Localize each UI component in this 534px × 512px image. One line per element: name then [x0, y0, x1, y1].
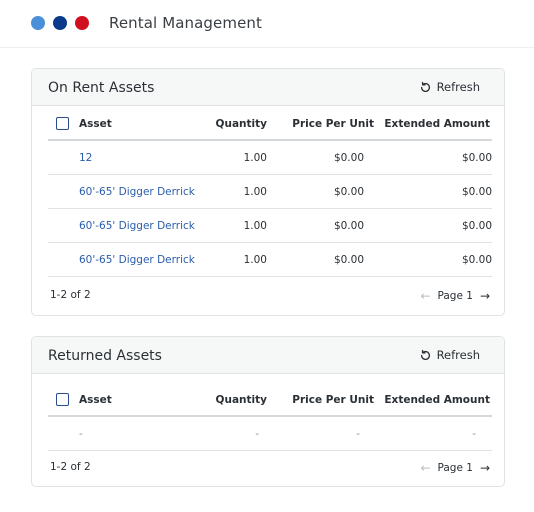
asset-link[interactable]: 12	[79, 152, 92, 164]
refresh-button[interactable]: Refresh	[419, 80, 480, 94]
table-row: - - - -	[48, 417, 492, 451]
extended-amount-cell: $0.00	[461, 186, 492, 198]
table-row[interactable]: 60'-65' Digger Derrick 1.00 $0.00 $0.00	[48, 209, 492, 243]
table-header: Asset Quantity Price Per Unit Extended A…	[48, 383, 492, 417]
quantity-cell: 1.00	[243, 220, 267, 232]
column-header-quantity[interactable]: Quantity	[216, 118, 267, 130]
quantity-cell: -	[255, 428, 259, 440]
asset-link[interactable]: 60'-65' Digger Derrick	[79, 254, 195, 266]
column-header-price-per-unit[interactable]: Price Per Unit	[292, 394, 374, 406]
page-indicator: Page 1	[437, 462, 473, 474]
arrow-left-icon[interactable]: ←	[420, 461, 430, 475]
extended-amount-cell: $0.00	[461, 152, 492, 164]
price-cell: $0.00	[333, 220, 364, 232]
page-indicator: Page 1	[437, 290, 473, 302]
select-all-checkbox[interactable]	[56, 393, 69, 406]
arrow-right-icon[interactable]: →	[480, 289, 490, 303]
window-dot-blue-dark	[53, 16, 67, 30]
window-dot-blue-light	[31, 16, 45, 30]
asset-cell: -	[79, 428, 83, 440]
refresh-label: Refresh	[436, 348, 480, 362]
refresh-label: Refresh	[436, 80, 480, 94]
price-cell: -	[356, 428, 360, 440]
quantity-cell: 1.00	[243, 152, 267, 164]
app-title: Rental Management	[109, 14, 263, 32]
price-cell: $0.00	[333, 152, 364, 164]
price-cell: $0.00	[333, 186, 364, 198]
window-dot-red	[75, 16, 89, 30]
table-header: Asset Quantity Price Per Unit Extended A…	[48, 107, 492, 141]
select-all-checkbox[interactable]	[56, 117, 69, 130]
refresh-icon	[420, 81, 430, 92]
row-range: 1-2 of 2	[50, 461, 91, 473]
table-row[interactable]: 60'-65' Digger Derrick 1.00 $0.00 $0.00	[48, 175, 492, 209]
quantity-cell: 1.00	[243, 254, 267, 266]
extended-amount-cell: $0.00	[461, 254, 492, 266]
table-row[interactable]: 60'-65' Digger Derrick 1.00 $0.00 $0.00	[48, 243, 492, 277]
arrow-right-icon[interactable]: →	[480, 461, 490, 475]
column-header-extended-amount[interactable]: Extended Amount	[384, 118, 490, 130]
panel-header: On Rent Assets Refresh	[32, 69, 504, 106]
panel-title: Returned Assets	[48, 348, 162, 364]
row-range: 1-2 of 2	[50, 289, 91, 301]
refresh-icon	[420, 349, 430, 360]
panel-title: On Rent Assets	[48, 80, 155, 96]
column-header-extended-amount[interactable]: Extended Amount	[384, 394, 490, 406]
asset-link[interactable]: 60'-65' Digger Derrick	[79, 220, 195, 232]
arrow-left-icon[interactable]: ←	[420, 289, 430, 303]
app-header: Rental Management	[0, 0, 534, 48]
asset-link[interactable]: 60'-65' Digger Derrick	[79, 186, 195, 198]
price-cell: $0.00	[333, 254, 364, 266]
column-header-quantity[interactable]: Quantity	[216, 394, 267, 406]
column-header-asset[interactable]: Asset	[79, 394, 112, 406]
column-header-asset[interactable]: Asset	[79, 118, 112, 130]
extended-amount-cell: -	[472, 428, 476, 440]
quantity-cell: 1.00	[243, 186, 267, 198]
on-rent-assets-panel: On Rent Assets Refresh Asset Quantity Pr…	[31, 68, 505, 316]
pagination: ← Page 1 →	[420, 289, 490, 303]
extended-amount-cell: $0.00	[461, 220, 492, 232]
table-row[interactable]: 12 1.00 $0.00 $0.00	[48, 141, 492, 175]
pagination: ← Page 1 →	[420, 461, 490, 475]
returned-assets-panel: Returned Assets Refresh Asset Quantity P…	[31, 336, 505, 487]
column-header-price-per-unit[interactable]: Price Per Unit	[292, 118, 374, 130]
panel-header: Returned Assets Refresh	[32, 337, 504, 374]
refresh-button[interactable]: Refresh	[419, 348, 480, 362]
